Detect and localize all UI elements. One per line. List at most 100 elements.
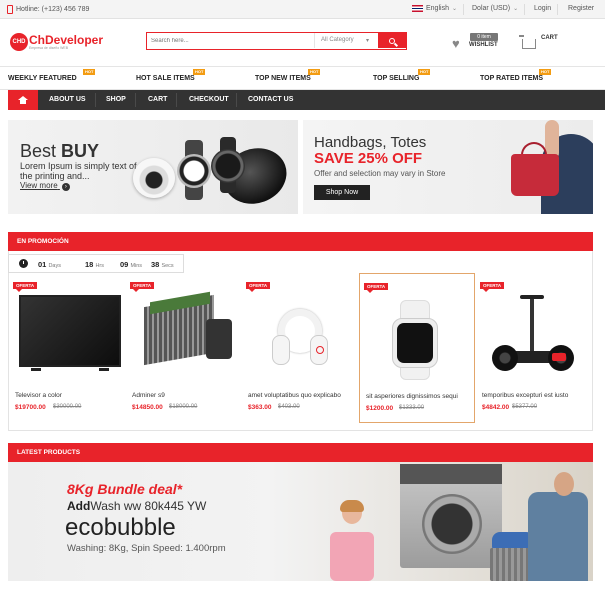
category-hot-sale[interactable]: HOT SALE ITEMS HOT <box>136 69 206 82</box>
product-card[interactable]: OFERTA Televisor a color $19700.00 $3000… <box>9 273 125 423</box>
site-logo[interactable]: CHD ChDeveloper Empresa de diseño WEB <box>10 33 103 51</box>
category-label: TOP SELLING <box>373 75 420 82</box>
product-name[interactable]: amet voluptatibus quo explicabo <box>248 392 341 399</box>
language-selector[interactable]: English ⌄ <box>412 5 457 12</box>
product-image-smartwatch[interactable] <box>360 290 476 385</box>
product-old-price: $18000.00 <box>169 404 198 410</box>
banner-best-buy[interactable]: Best BUY Lorem Ipsum is simply text of t… <box>8 120 298 214</box>
product-card[interactable]: OFERTA amet voluptatibus quo explicabo $… <box>242 273 358 423</box>
category-label: TOP RATED ITEMS <box>480 75 544 82</box>
banner-title-light: Best <box>20 141 57 161</box>
model-text: AddWash ww 80k445 YW <box>67 499 206 513</box>
product-name[interactable]: Televisor a color <box>15 392 62 399</box>
divider <box>135 93 136 107</box>
product-old-price: $1333.00 <box>399 405 425 411</box>
category-top-rated[interactable]: TOP RATED ITEMS HOT <box>480 69 552 82</box>
product-name[interactable]: Adminer s9 <box>132 392 165 399</box>
register-link[interactable]: Register <box>568 5 594 12</box>
nav-checkout[interactable]: CHECKOUT <box>189 96 229 103</box>
banner-handbags[interactable]: Handbags, Totes SAVE 25% OFF Offer and s… <box>303 120 593 214</box>
divider <box>524 4 525 15</box>
nav-contact-us[interactable]: CONTACT US <box>248 96 293 103</box>
product-name[interactable]: sit asperiores dignissimos sequi <box>366 393 458 400</box>
product-card[interactable]: OFERTA sit asperiores dignissimos sequi … <box>359 273 475 423</box>
countdown-days: 01 Days <box>38 260 61 269</box>
camera-image <box>133 158 175 198</box>
model-rest: Wash ww 80k445 YW <box>90 499 207 513</box>
hotline: Hotline: (+123) 456 789 <box>7 5 89 14</box>
spec-text: Washing: 8Kg, Spin Speed: 1.400rpm <box>67 543 226 554</box>
category-label: TOP NEW ITEMS <box>255 75 311 82</box>
smartwatch-image <box>208 137 248 193</box>
offer-badge: OFERTA <box>480 282 505 292</box>
chevron-down-icon: ▾ <box>365 38 369 44</box>
search-button[interactable] <box>378 33 406 48</box>
cart-icon <box>519 35 536 49</box>
category-select[interactable]: All Category ▾ <box>314 33 374 48</box>
countdown-seconds: 38 Secs <box>151 260 174 269</box>
currency-selector[interactable]: Dolar (USD) ⌄ <box>472 5 518 12</box>
uk-flag-icon <box>412 5 423 12</box>
washing-machine-image <box>400 464 502 568</box>
chevron-down-icon: ⌄ <box>451 6 457 12</box>
category-label: HOT SALE ITEMS <box>136 75 195 82</box>
clock-icon <box>19 259 28 268</box>
nav-shop[interactable]: SHOP <box>106 96 126 103</box>
search-input[interactable] <box>151 35 311 47</box>
wishlist-label: WISHLIST <box>469 42 498 48</box>
category-top-selling[interactable]: TOP SELLING HOT <box>373 69 431 82</box>
brand-text: ecobubble <box>65 514 176 541</box>
hot-badge: HOT <box>539 69 552 75</box>
logo-badge: CHD <box>10 33 28 51</box>
product-price: $1200.00 <box>366 405 394 412</box>
product-card[interactable]: OFERTA temporibus excepturi est iusto $4… <box>476 273 592 423</box>
child-image <box>328 500 378 581</box>
hot-badge: HOT <box>418 69 431 75</box>
product-image-self-balancing-scooter[interactable] <box>476 289 592 384</box>
nav-cart[interactable]: CART <box>148 96 167 103</box>
divider <box>463 4 464 15</box>
arrow-right-icon: › <box>61 183 70 191</box>
hot-badge: HOT <box>83 69 96 75</box>
latest-products-banner[interactable]: 8Kg Bundle deal* AddWash ww 80k445 YW ec… <box>8 462 593 581</box>
shop-now-button[interactable]: Shop Now <box>314 185 370 200</box>
category-weekly-featured[interactable]: WEEKLY FEATURED HOT <box>8 69 96 82</box>
view-more-link[interactable]: View more › <box>20 181 70 191</box>
cart-label: CART <box>541 35 558 41</box>
product-price: $363.00 <box>248 404 272 411</box>
banner-text: Offer and selection may vary in Store <box>314 169 446 178</box>
product-image-miner[interactable] <box>126 289 242 384</box>
bundle-deal-text: 8Kg Bundle deal* <box>67 481 183 497</box>
product-price: $19700.00 <box>15 404 46 411</box>
product-name[interactable]: temporibus excepturi est iusto <box>482 392 568 399</box>
man-image <box>520 472 593 581</box>
offer-badge: OFERTA <box>130 282 155 292</box>
home-icon <box>18 96 28 104</box>
login-link[interactable]: Login <box>534 5 551 12</box>
logo-name: ChDeveloper <box>29 32 104 47</box>
heart-icon: ♥ <box>452 36 460 51</box>
divider <box>236 93 237 107</box>
product-image-headphones[interactable] <box>242 289 358 384</box>
divider <box>176 93 177 107</box>
product-image-tv[interactable] <box>9 289 125 384</box>
offer-badge: OFERTA <box>13 282 38 292</box>
search-icon <box>389 37 395 44</box>
latest-products-title: LATEST PRODUCTS <box>17 449 81 456</box>
nav-about-us[interactable]: ABOUT US <box>49 96 86 103</box>
countdown-minutes: 09 Mins <box>120 260 143 269</box>
nav-home[interactable] <box>8 90 38 110</box>
product-card[interactable]: OFERTA Adminer s9 $14850.00 $18000.00 <box>126 273 242 423</box>
divider <box>557 4 558 15</box>
promo-header: EN PROMOCIÓN <box>8 232 593 251</box>
offer-badge: OFERTA <box>246 282 271 292</box>
category-top-new[interactable]: TOP NEW ITEMS HOT <box>255 69 321 82</box>
phone-icon <box>7 5 13 14</box>
banner-headline: SAVE 25% OFF <box>314 150 423 167</box>
latest-products-header: LATEST PRODUCTS <box>8 443 593 462</box>
main-nav: ABOUT US SHOP CART CHECKOUT CONTACT US <box>8 90 605 110</box>
model-bold: Add <box>67 499 91 513</box>
divider <box>95 93 96 107</box>
product-old-price: $5377.00 <box>512 404 538 410</box>
product-old-price: $30000.00 <box>53 404 82 410</box>
